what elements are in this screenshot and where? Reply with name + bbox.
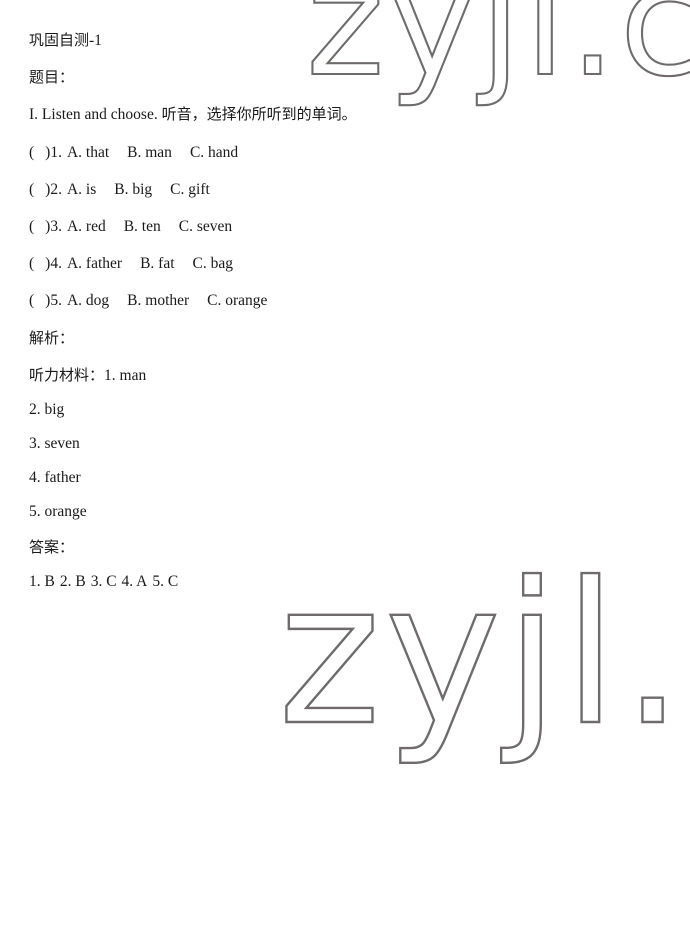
page-title-cn: 巩固自测 — [29, 31, 90, 49]
question-row: ()4. A. father B. fat C. bag — [29, 255, 233, 272]
question-row: ()3. A. red B. ten C. seven — [29, 218, 233, 235]
page-title: 巩固自测-1 — [29, 33, 102, 49]
listening-material-item: 2. big — [29, 401, 65, 418]
question-number: 3. — [50, 218, 62, 235]
answer-section-label: 答案： — [29, 538, 75, 556]
question-number: 2. — [50, 181, 62, 198]
answer-blank-bracket[interactable]: ( — [29, 255, 34, 272]
watermark-bottom: zyjl.cn — [277, 540, 690, 770]
question-option-c[interactable]: C. bag — [193, 255, 233, 272]
analysis-section-label: 解析： — [29, 329, 75, 347]
question-row: ()5. A. dog B. mother C. orange — [29, 292, 268, 309]
instruction-number: I. — [29, 106, 39, 123]
answer-item: 2. B — [59, 573, 86, 590]
answer-item: 4. A — [121, 573, 148, 590]
listening-material-item: 5. orange — [29, 503, 87, 520]
question-number: 5. — [50, 292, 62, 309]
answer-blank-bracket[interactable]: ( — [29, 292, 34, 309]
question-number: 1. — [50, 144, 62, 161]
question-option-a[interactable]: A. father — [67, 255, 122, 272]
answer-item: 3. C — [90, 573, 117, 590]
question-number: 4. — [50, 255, 62, 272]
question-option-a[interactable]: A. red — [67, 218, 106, 235]
question-row: ()2. A. is B. big C. gift — [29, 181, 210, 198]
answer-item: 1. B — [29, 573, 55, 590]
question-option-b[interactable]: B. big — [114, 181, 152, 198]
question-row: ()1. A. that B. man C. hand — [29, 144, 239, 161]
question-option-b[interactable]: B. fat — [140, 255, 174, 272]
watermark-top: zyji.cn — [305, 0, 690, 111]
listening-material-item: 3. seven — [29, 435, 80, 452]
question-option-a[interactable]: A. that — [67, 144, 109, 161]
question-option-b[interactable]: B. ten — [124, 218, 161, 235]
question-option-c[interactable]: C. orange — [207, 292, 267, 309]
listening-material-item: 4. father — [29, 469, 81, 486]
instruction-english: Listen and choose. — [41, 106, 158, 123]
page-title-suffix: -1 — [89, 32, 102, 49]
answer-list: 1. B 2. B 3. C 4. A 5. C — [29, 574, 178, 590]
answer-item: 5. C — [152, 573, 179, 590]
answer-blank-bracket[interactable]: ( — [29, 144, 34, 161]
listening-material-label: 听力材料： — [29, 366, 105, 384]
instruction-chinese: 听音，选择你所听到的单词。 — [161, 105, 357, 123]
document-page: zyji.cn zyjl.cn 巩固自测-1 题目： I. Listen and… — [0, 0, 690, 951]
question-option-b[interactable]: B. mother — [127, 292, 189, 309]
listening-material-item: 1. man — [104, 367, 147, 384]
listening-material-line: 听力材料：1. man — [29, 368, 146, 384]
questions-section-label: 题目： — [29, 68, 75, 86]
question-option-b[interactable]: B. man — [127, 144, 172, 161]
question-option-a[interactable]: A. dog — [67, 292, 109, 309]
question-option-c[interactable]: C. gift — [170, 181, 210, 198]
question-option-c[interactable]: C. hand — [190, 144, 238, 161]
answer-blank-bracket[interactable]: ( — [29, 181, 34, 198]
question-option-c[interactable]: C. seven — [179, 218, 232, 235]
question-option-a[interactable]: A. is — [67, 181, 96, 198]
instruction-line: I. Listen and choose. 听音，选择你所听到的单词。 — [29, 107, 357, 123]
answer-blank-bracket[interactable]: ( — [29, 218, 34, 235]
